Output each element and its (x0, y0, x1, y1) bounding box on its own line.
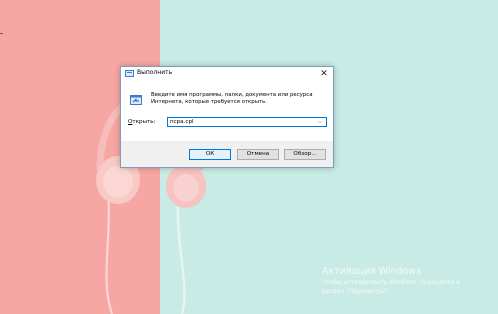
watermark-title: Активация Windows (322, 266, 422, 277)
open-input[interactable] (170, 118, 310, 126)
run-dialog-icon (125, 70, 134, 77)
dialog-description: Введите имя программы, папки, документа … (151, 92, 331, 106)
activation-watermark: Активация Windows Чтобы активировать Win… (322, 266, 460, 296)
description-line-1: Введите имя программы, папки, документа … (151, 92, 313, 98)
dialog-title: Выполнить (137, 69, 173, 76)
open-combobox[interactable]: ⌵ (167, 117, 327, 127)
open-label-text: ткрыть: (132, 119, 156, 125)
watermark-line-2: раздел "Параметры". (322, 288, 390, 295)
browse-button[interactable]: Обзор... (284, 149, 326, 160)
edge-artifact (0, 33, 3, 34)
cancel-button[interactable]: Отмена (237, 149, 279, 160)
title-bar[interactable]: Выполнить ✕ (121, 67, 333, 81)
description-line-2: Интернета, которые требуется открыть. (151, 99, 268, 106)
chevron-down-icon[interactable]: ⌵ (316, 118, 324, 126)
desktop: Выполнить ✕ Введите имя программы, папки… (0, 0, 498, 314)
open-label: Открыть: (128, 119, 155, 125)
dialog-footer: ОК Отмена Обзор... (121, 141, 333, 167)
close-icon[interactable]: ✕ (318, 68, 330, 80)
ok-button[interactable]: ОК (189, 149, 231, 160)
run-dialog: Выполнить ✕ Введите имя программы, папки… (120, 66, 334, 168)
run-program-icon (130, 95, 142, 105)
watermark-line-1: Чтобы активировать Windows, перейдите в (322, 279, 460, 286)
